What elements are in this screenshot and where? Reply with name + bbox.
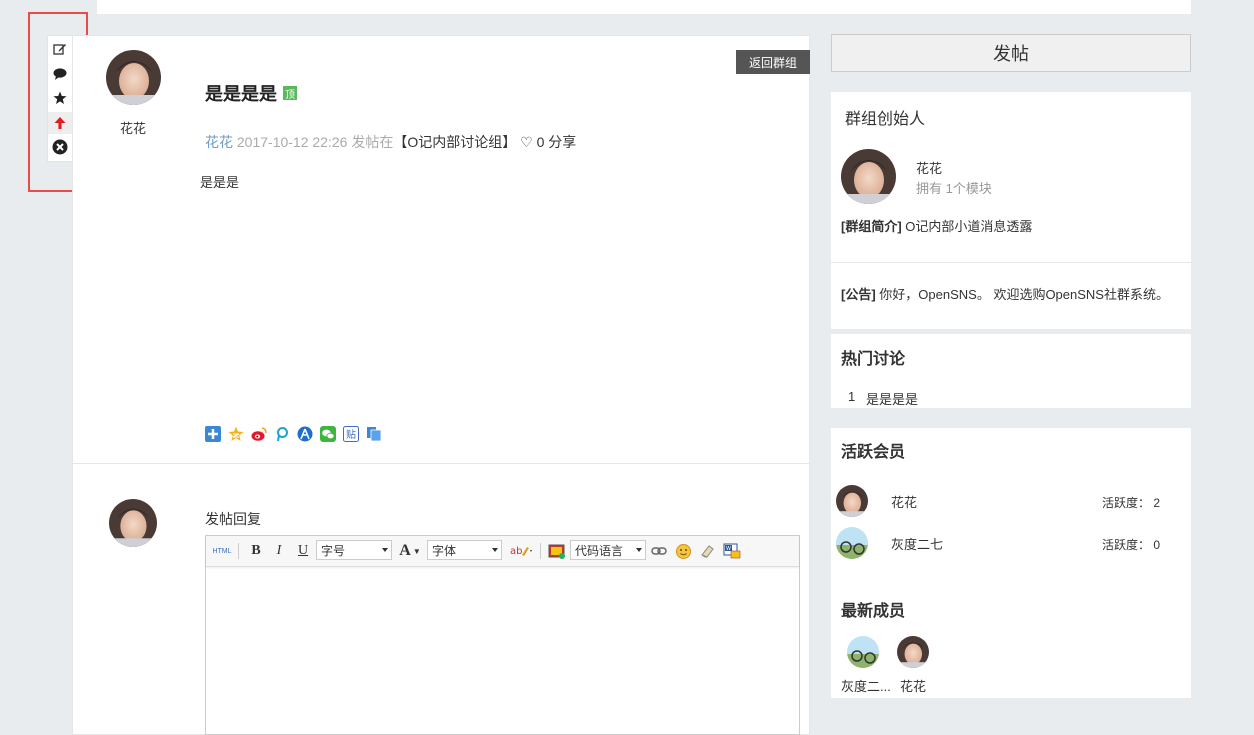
group-intro-text: O记内部小道消息透露 <box>905 219 1033 234</box>
heart-icon: ♡ <box>520 134 533 150</box>
font-size-value: 字号 <box>321 543 346 558</box>
member-avatar[interactable] <box>836 527 868 559</box>
toolbar-separator <box>540 543 541 559</box>
top-bar <box>97 0 1191 14</box>
tieba-icon[interactable]: 贴 <box>343 426 359 442</box>
newest-title: 最新成员 <box>841 603 906 620</box>
bold-button[interactable]: B <box>247 536 265 566</box>
new-post-button[interactable]: 发帖 <box>831 34 1191 72</box>
underline-button[interactable]: U <box>294 536 312 566</box>
plus-share-icon[interactable] <box>205 426 221 442</box>
meta-author-link[interactable]: 花花 <box>205 134 233 150</box>
hot-item-link[interactable]: 是是是是 <box>866 389 918 408</box>
meta-group-link[interactable]: 【O记内部讨论组】 <box>393 134 516 150</box>
meta-time: 2017-10-12 22:26 <box>236 134 348 150</box>
tencent-icon[interactable] <box>274 426 290 442</box>
chevron-down-icon <box>492 548 498 552</box>
code-language-value: 代码语言 <box>575 543 624 558</box>
group-notice: [公告] 你好，OpenSNS。 欢迎选购OpenSNS社群系统。 <box>841 284 1169 303</box>
founder-name[interactable]: 花花 <box>916 158 942 177</box>
reply-editor: HTML B I U 字号 A ▼ 字体 ab 代码语言 W <box>205 535 800 735</box>
font-family-select[interactable]: 字体 <box>427 540 502 560</box>
new-member-name[interactable]: 灰度二... <box>841 676 891 695</box>
wechat-icon[interactable] <box>320 426 336 442</box>
copy-icon[interactable] <box>366 426 382 442</box>
highlight-color-button[interactable]: ab <box>506 536 536 566</box>
renren-icon[interactable] <box>297 426 313 442</box>
post-title-text: 是是是是 <box>205 84 277 104</box>
post-meta: 花花 2017-10-12 22:26 发帖在【O记内部讨论组】 ♡ 0 分享 <box>205 132 576 152</box>
svg-text:W: W <box>726 546 731 552</box>
chevron-down-icon <box>636 548 642 552</box>
chevron-down-icon <box>382 548 388 552</box>
member-avatar[interactable] <box>836 485 868 517</box>
group-notice-text: 你好，OpenSNS。 欢迎选购OpenSNS社群系统。 <box>879 287 1169 302</box>
qzone-icon[interactable] <box>228 426 244 442</box>
clear-format-icon[interactable] <box>697 536 717 566</box>
word-paste-icon[interactable]: W <box>721 536 743 566</box>
member-activity: 活跃度： 2 <box>1102 496 1161 510</box>
member-name[interactable]: 花花 <box>891 492 917 511</box>
active-members-panel: 活跃会员 花花 活跃度： 2 灰度二七 活跃度： 0 最新成员 灰度二... 花… <box>831 428 1191 698</box>
active-title: 活跃会员 <box>841 444 906 461</box>
toolbar-separator <box>238 543 239 559</box>
svg-text:ab: ab <box>510 546 522 557</box>
back-to-group-button[interactable]: 返回群组 <box>736 50 810 74</box>
group-intro: [群组简介] O记内部小道消息透露 <box>841 216 1032 235</box>
like-button[interactable]: ♡ 0 <box>520 134 544 150</box>
author-avatar[interactable] <box>106 50 161 105</box>
link-icon[interactable] <box>649 536 669 566</box>
author-name[interactable]: 花花 <box>110 118 156 137</box>
share-bar: 贴 <box>205 426 382 442</box>
new-member-name[interactable]: 花花 <box>900 676 926 695</box>
svg-text:贴: 贴 <box>346 428 356 441</box>
font-size-select[interactable]: 字号 <box>316 540 392 560</box>
share-link[interactable]: 分享 <box>548 134 576 150</box>
member-activity: 活跃度： 0 <box>1102 538 1161 552</box>
divider <box>831 262 1191 263</box>
emoji-icon[interactable] <box>673 536 693 566</box>
editor-toolbar: HTML B I U 字号 A ▼ 字体 ab 代码语言 W <box>206 536 799 567</box>
code-language-select[interactable]: 代码语言 <box>570 540 646 560</box>
group-notice-label: [公告] <box>841 287 876 302</box>
reply-label: 发帖回复 <box>205 511 261 527</box>
member-name[interactable]: 灰度二七 <box>891 534 943 553</box>
post-title: 是是是是 顶 <box>205 80 297 106</box>
chevron-down-icon: ▼ <box>412 546 421 556</box>
current-user-avatar <box>109 499 157 547</box>
pinned-badge: 顶 <box>283 86 297 101</box>
new-member-avatar[interactable] <box>847 636 879 668</box>
hot-item-rank: 1 <box>848 389 856 404</box>
font-color-button[interactable]: A ▼ <box>396 536 424 566</box>
font-color-label: A <box>399 542 411 559</box>
founder-avatar[interactable] <box>841 149 896 204</box>
meta-posted-in: 发帖在 <box>351 134 394 150</box>
weibo-icon[interactable] <box>251 426 267 442</box>
founder-modules: 拥有 1个模块 <box>916 181 992 196</box>
italic-button[interactable]: I <box>270 536 288 566</box>
html-source-button[interactable]: HTML <box>211 536 233 566</box>
hot-title: 热门讨论 <box>841 351 906 368</box>
founder-title: 群组创始人 <box>845 111 926 128</box>
divider <box>72 463 810 464</box>
font-family-value: 字体 <box>432 543 457 558</box>
group-intro-label: [群组简介] <box>841 219 902 234</box>
like-count: 0 <box>536 134 545 150</box>
hot-discussions-panel: 热门讨论 1 是是是是 <box>831 334 1191 408</box>
post-body: 是是是 <box>200 175 240 190</box>
image-icon[interactable] <box>546 536 568 566</box>
new-member-avatar[interactable] <box>897 636 929 668</box>
founder-panel: 群组创始人 花花 拥有 1个模块 [群组简介] O记内部小道消息透露 [公告] … <box>831 92 1191 329</box>
